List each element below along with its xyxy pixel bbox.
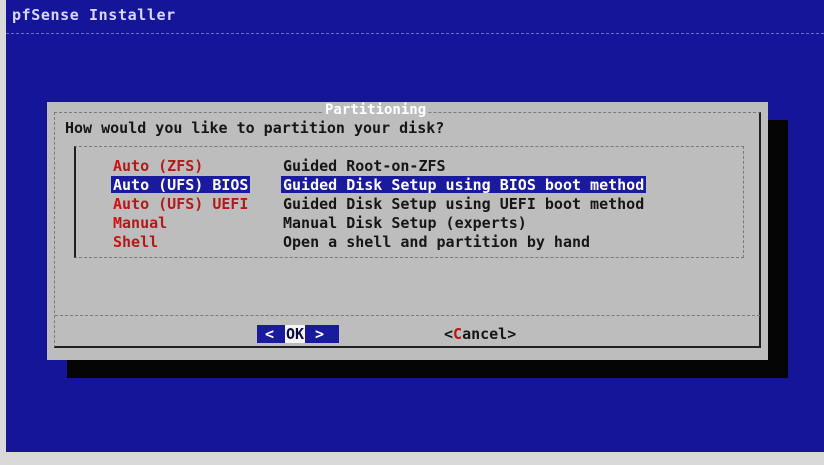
menu-item-auto-ufs-uefi[interactable]: Auto (UFS) UEFI Guided Disk Setup using … (85, 195, 725, 213)
menu-item-description: Guided Root-on-ZFS (283, 157, 446, 175)
menu-item-manual[interactable]: Manual Manual Disk Setup (experts) (85, 214, 725, 232)
ok-label-rest: K (295, 325, 305, 343)
menu-item-shell[interactable]: Shell Open a shell and partition by hand (85, 233, 725, 251)
menu-item-hotkey: A (113, 195, 123, 213)
menu-item-auto-ufs-bios[interactable]: Auto (UFS) BIOS Guided Disk Setup using … (85, 176, 725, 194)
menu-item-tag: Shell (111, 233, 160, 251)
menu-item-hotkey: S (113, 233, 123, 251)
menu-item-tag: Auto (UFS) BIOS (111, 176, 251, 194)
ok-left-bracket: < (265, 325, 275, 343)
menu-item-tag-rest: hell (122, 233, 159, 251)
menu-item-tag-rest: uto (ZFS) (122, 157, 204, 175)
cancel-left-bracket: < (444, 325, 454, 343)
ok-hotkey: OK (285, 325, 306, 343)
console-screen: pfSense Installer Partitioning How would… (6, 0, 824, 452)
button-separator (55, 315, 760, 316)
menu-item-tag-rest: uto (UFS) UEFI (122, 195, 249, 213)
menu-item-tag-rest: uto (UFS) BIOS (122, 176, 249, 194)
menu-item-description: Guided Disk Setup using BIOS boot method (281, 176, 647, 194)
backtitle-rule (6, 33, 824, 34)
ok-right-bracket: > (315, 325, 325, 343)
menu-item-tag: Auto (ZFS) (111, 157, 205, 175)
installer-backtitle: pfSense Installer (12, 6, 176, 24)
cancel-hotkey: C (453, 325, 463, 343)
menu-item-description: Open a shell and partition by hand (283, 233, 591, 251)
dialog-title: Partitioning (323, 102, 429, 118)
menu-item-description: Manual Disk Setup (experts) (283, 214, 527, 232)
menu-item-tag: Manual (111, 214, 169, 232)
partitioning-dialog: Partitioning How would you like to parti… (47, 102, 768, 360)
cancel-label-rest: ancel (462, 325, 508, 343)
ok-button[interactable]: < OK > (257, 325, 339, 343)
menu-item-description: Guided Disk Setup using UEFI boot method (283, 195, 645, 213)
cancel-right-bracket: > (507, 325, 517, 343)
menu-item-tag: Auto (UFS) UEFI (111, 195, 250, 213)
dialog-prompt: How would you like to partition your dis… (65, 119, 445, 137)
menu-item-hotkey: A (113, 157, 123, 175)
ok-hotkey-letter: O (286, 325, 296, 343)
menu-item-hotkey: A (113, 176, 123, 194)
menu-item-hotkey: M (113, 214, 123, 232)
menu-item-tag-rest: anual (122, 214, 168, 232)
cancel-button[interactable]: <Cancel> (444, 325, 516, 343)
menu-item-auto-zfs[interactable]: Auto (ZFS) Guided Root-on-ZFS (85, 157, 725, 175)
